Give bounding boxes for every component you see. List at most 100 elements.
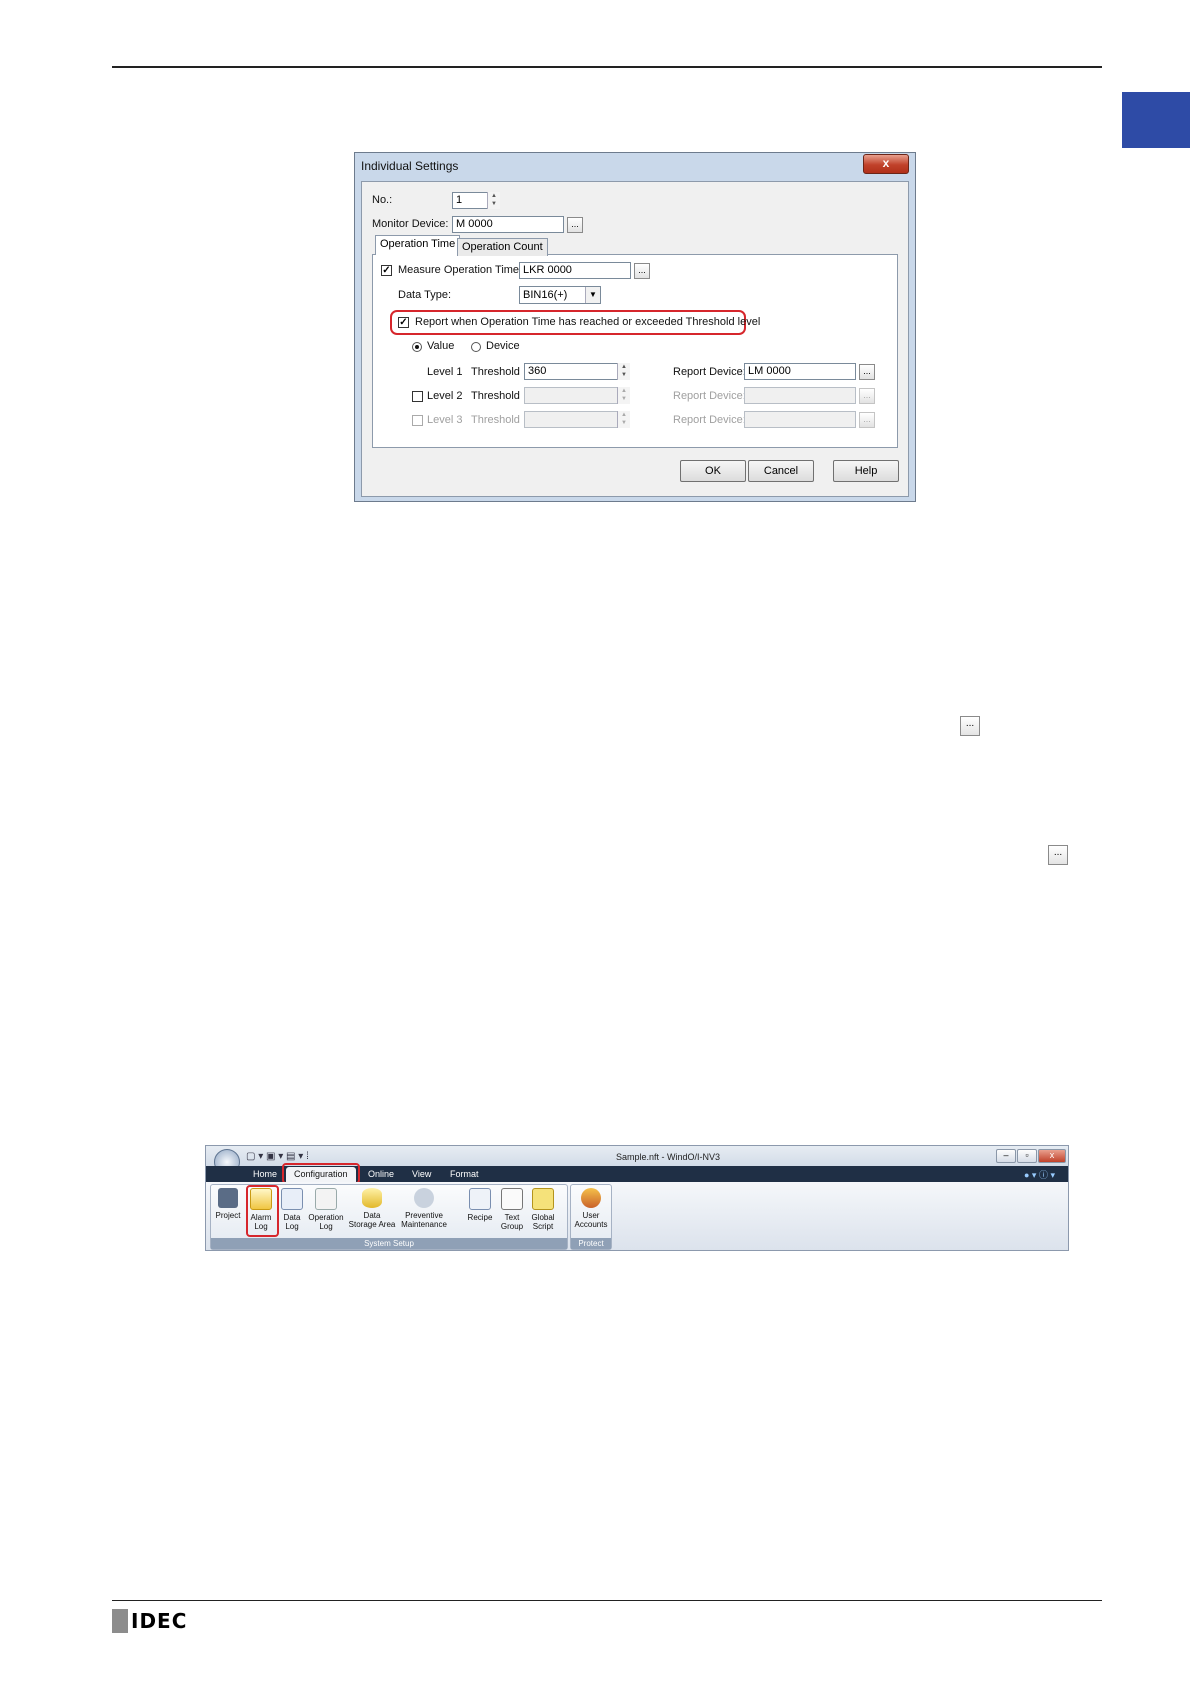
- preventive-label-1: Preventive: [405, 1211, 443, 1220]
- global-script-icon: [532, 1188, 554, 1210]
- alarm-log-highlight: [246, 1185, 279, 1237]
- tab-panel: Operation Time Operation Count ✓ Measure…: [372, 235, 898, 448]
- level2-checkbox[interactable]: [412, 391, 423, 402]
- recipe-button[interactable]: Recipe: [466, 1188, 494, 1222]
- level2-report-device-label: Report Device:: [673, 390, 746, 402]
- level1-label: Level 1: [427, 366, 463, 378]
- tab-operation-count[interactable]: Operation Count: [457, 238, 548, 256]
- project-button[interactable]: Project: [214, 1188, 242, 1220]
- data-log-label-1: Data: [283, 1213, 301, 1222]
- level1-threshold-label: Threshold: [471, 366, 520, 378]
- close-button[interactable]: x: [863, 154, 909, 174]
- value-radio[interactable]: [412, 342, 422, 352]
- tab-operation-time[interactable]: Operation Time: [375, 235, 461, 255]
- configuration-highlight: [282, 1163, 360, 1184]
- logo-mark: [112, 1609, 128, 1633]
- level3-checkbox: [412, 415, 423, 426]
- dialog-title: Individual Settings: [361, 159, 459, 173]
- text-group-label-1: Text: [504, 1213, 520, 1222]
- data-type-value: BIN16(+): [523, 289, 568, 301]
- bottom-rule: [112, 1600, 1102, 1601]
- recipe-label: Recipe: [467, 1213, 493, 1222]
- level2-report-device-input: [744, 387, 856, 404]
- level2-label: Level 2: [427, 390, 463, 402]
- group-protect-title: Protect: [571, 1238, 611, 1249]
- level3-label: Level 3: [427, 414, 463, 426]
- ok-button[interactable]: OK: [680, 460, 746, 482]
- chapter-side-tab: [1122, 92, 1190, 148]
- tab-home[interactable]: Home: [253, 1169, 277, 1179]
- user-accounts-icon: [581, 1188, 601, 1208]
- project-label: Project: [215, 1211, 241, 1220]
- maximize-button[interactable]: ▫: [1017, 1149, 1037, 1163]
- data-log-label-2: Log: [285, 1222, 299, 1231]
- level3-threshold-input: [524, 411, 630, 428]
- top-rule: [112, 66, 1102, 68]
- text-group-label-2: Group: [500, 1222, 524, 1231]
- browse-icon: ...: [960, 716, 980, 736]
- browse-icon-2: ...: [1048, 845, 1068, 865]
- data-type-label: Data Type:: [398, 289, 451, 301]
- level1-report-device-label: Report Device:: [673, 366, 746, 378]
- monitor-device-input[interactable]: M 0000: [452, 216, 564, 233]
- tab-view[interactable]: View: [412, 1169, 431, 1179]
- no-spin-button[interactable]: ▲ ▼: [487, 192, 500, 209]
- data-log-icon: [281, 1188, 303, 1210]
- data-log-button[interactable]: Data Log: [280, 1188, 304, 1231]
- level1-report-device-input[interactable]: LM 0000: [744, 363, 856, 380]
- quick-access-icons[interactable]: ▢ ▾ ▣ ▾ ▤ ▾ ⁞: [246, 1151, 309, 1162]
- operation-log-label-2: Log: [319, 1222, 333, 1231]
- group-system-setup-title: System Setup: [211, 1238, 567, 1249]
- ribbon-screenshot: ▢ ▾ ▣ ▾ ▤ ▾ ⁞ Sample.nft - WindO/I-NV3 –…: [205, 1145, 1069, 1251]
- level2-browse-button: ...: [859, 388, 875, 404]
- level1-browse-button[interactable]: ...: [859, 364, 875, 380]
- dialog-body: No.: 1 ▲ ▼ Monitor Device: M 0000 ... Ope…: [361, 181, 909, 497]
- preventive-maintenance-button[interactable]: Preventive Maintenance: [399, 1188, 449, 1229]
- recipe-icon: [469, 1188, 491, 1210]
- tab-online[interactable]: Online: [368, 1169, 394, 1179]
- data-storage-area-button[interactable]: Data Storage Area: [348, 1188, 396, 1229]
- no-label: No.:: [372, 194, 393, 206]
- data-type-select[interactable]: BIN16(+) ▼: [519, 286, 601, 304]
- report-threshold-checkbox[interactable]: ✓: [398, 317, 409, 328]
- level1-spin-button[interactable]: ▲ ▼: [617, 363, 630, 380]
- individual-settings-dialog: Individual Settings x No.: 1 ▲ ▼ Monitor …: [354, 152, 916, 502]
- user-accounts-label-1: User: [582, 1211, 600, 1220]
- tab-format[interactable]: Format: [450, 1169, 479, 1179]
- operation-log-button[interactable]: Operation Log: [306, 1188, 346, 1231]
- operation-log-label-1: Operation: [308, 1213, 344, 1222]
- measure-operation-time-input[interactable]: LKR 0000: [519, 262, 631, 279]
- global-script-button[interactable]: Global Script: [528, 1188, 558, 1231]
- project-icon: [218, 1188, 238, 1208]
- level3-report-device-label: Report Device:: [673, 414, 746, 426]
- global-script-label-2: Script: [532, 1222, 554, 1231]
- window-title: Sample.nft - WindO/I-NV3: [616, 1152, 721, 1162]
- user-accounts-label-2: Accounts: [574, 1220, 608, 1229]
- level2-threshold-input: [524, 387, 630, 404]
- measure-operation-time-label: Measure Operation Time:: [398, 264, 523, 276]
- text-group-button[interactable]: Text Group: [498, 1188, 526, 1231]
- monitor-device-browse-button[interactable]: ...: [567, 217, 583, 233]
- data-storage-icon: [362, 1188, 382, 1208]
- global-script-label-1: Global: [531, 1213, 555, 1222]
- level3-browse-button: ...: [859, 412, 875, 428]
- value-radio-label: Value: [427, 340, 455, 352]
- help-icon[interactable]: ● ▾ ⓘ ▾: [1024, 1168, 1055, 1181]
- measure-operation-time-checkbox[interactable]: ✓: [381, 265, 392, 276]
- preventive-maintenance-icon: [414, 1188, 434, 1208]
- user-accounts-button[interactable]: User Accounts: [572, 1188, 610, 1229]
- cancel-button[interactable]: Cancel: [748, 460, 814, 482]
- level1-threshold-input[interactable]: 360: [524, 363, 630, 380]
- help-button[interactable]: Help: [833, 460, 899, 482]
- report-threshold-label: Report when Operation Time has reached o…: [415, 316, 761, 328]
- window-close-button[interactable]: x: [1038, 1149, 1066, 1163]
- logo-text: IDEC: [131, 1609, 188, 1633]
- device-radio[interactable]: [471, 342, 481, 352]
- level3-report-device-input: [744, 411, 856, 428]
- measure-browse-button[interactable]: ...: [634, 263, 650, 279]
- chevron-down-icon: ▼: [585, 287, 600, 303]
- level3-spin-button: ▲ ▼: [617, 411, 630, 428]
- level3-threshold-label: Threshold: [471, 414, 520, 426]
- minimize-button[interactable]: –: [996, 1149, 1016, 1163]
- operation-log-icon: [315, 1188, 337, 1210]
